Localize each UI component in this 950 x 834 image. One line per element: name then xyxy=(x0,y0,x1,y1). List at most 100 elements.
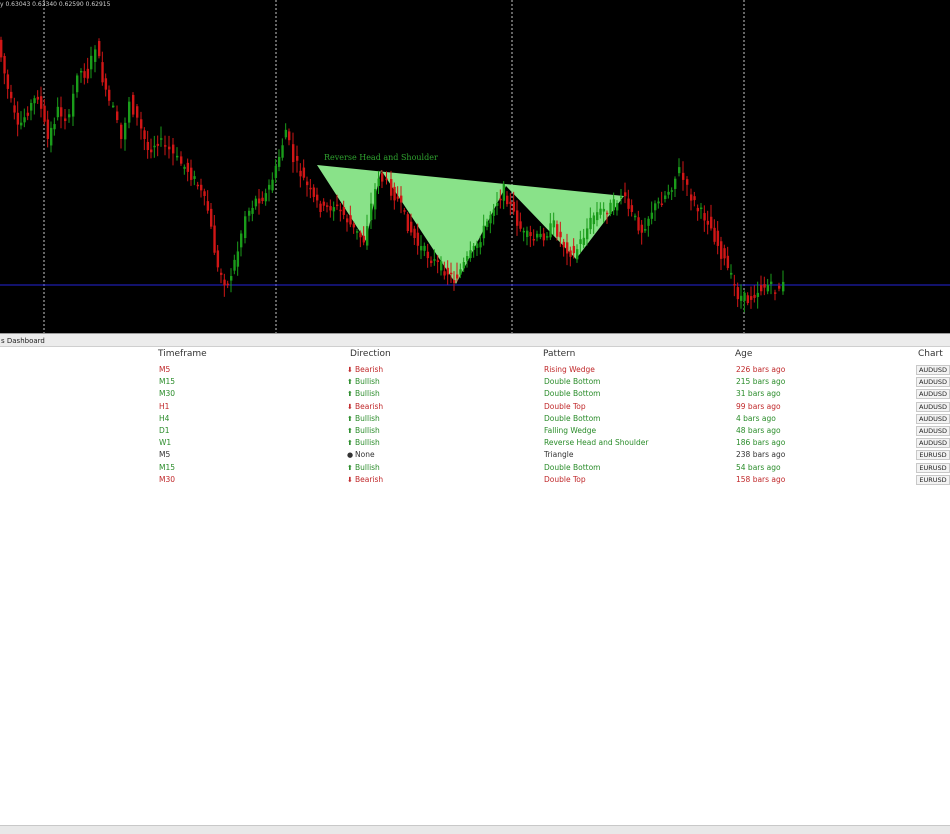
age-cell: 99 bars ago xyxy=(736,401,781,411)
candle-body xyxy=(210,208,213,227)
candle-body xyxy=(336,204,339,207)
candle-body xyxy=(456,274,459,279)
table-row: H1 ⬇ Bearish Double Top 99 bars ago AUDUSD xyxy=(0,401,950,413)
candle-body xyxy=(774,292,777,294)
candle-body xyxy=(539,233,542,238)
candle-body xyxy=(686,179,689,185)
arrow-up-icon: ⬆ xyxy=(347,390,353,399)
direction-label: Bullish xyxy=(355,377,380,387)
candle-body xyxy=(206,201,210,211)
candle-body xyxy=(76,75,79,93)
candle-body xyxy=(3,55,6,74)
candle-body xyxy=(743,292,746,301)
candle-body xyxy=(549,223,552,238)
timeframe-cell: M15 xyxy=(159,462,176,472)
candle-body xyxy=(716,230,720,246)
candle-body xyxy=(374,188,377,210)
chart-symbol-button[interactable]: AUDUSD xyxy=(916,438,950,449)
pattern-cell: Double Bottom xyxy=(544,462,601,472)
candle-body xyxy=(251,207,254,214)
candle-body xyxy=(766,284,770,292)
candle-body xyxy=(120,124,123,139)
candle-body xyxy=(667,191,670,195)
chart-symbol-button[interactable]: EURUSD xyxy=(916,462,950,473)
candle-body xyxy=(264,193,268,202)
candle-body xyxy=(532,238,536,241)
candle-body xyxy=(20,122,23,126)
age-cell: 238 bars ago xyxy=(736,450,786,460)
header-age: Age xyxy=(735,349,753,359)
pattern-label: Reverse Head and Shoulder xyxy=(324,153,438,162)
candle-body xyxy=(281,145,284,158)
age-cell: 48 bars ago xyxy=(736,426,781,435)
timeframe-cell: M15 xyxy=(159,377,176,387)
direction-label: Bullish xyxy=(355,389,380,399)
candle-body xyxy=(640,224,644,233)
candle-body xyxy=(753,294,756,298)
chart-symbol-button[interactable]: AUDUSD xyxy=(916,365,950,375)
candle-body xyxy=(723,248,726,259)
candle-body xyxy=(546,236,549,238)
arrow-up-icon: ⬆ xyxy=(347,439,353,448)
chart-symbol-button[interactable]: AUDUSD xyxy=(916,426,950,436)
chart-symbol-button[interactable]: AUDUSD xyxy=(916,389,950,400)
candle-body xyxy=(730,272,733,275)
candle-body xyxy=(586,228,589,240)
candle-body xyxy=(140,119,143,129)
pattern-cell: Triangle xyxy=(544,450,574,460)
candle-body xyxy=(112,105,115,108)
candle-body xyxy=(499,198,502,201)
candle-body xyxy=(156,143,160,146)
candle-body xyxy=(443,271,446,276)
header-timeframe: Timeframe xyxy=(158,349,207,359)
candle-body xyxy=(492,209,496,216)
candle-body xyxy=(624,192,627,197)
chart-symbol-button[interactable]: EURUSD xyxy=(916,474,950,485)
price-chart[interactable]: y 0.63043 0.63340 0.62590 0.62915 Revers… xyxy=(0,0,950,333)
candle-body xyxy=(670,190,674,192)
candle-body xyxy=(536,233,539,238)
candle-body xyxy=(682,172,685,180)
candle-body xyxy=(50,127,53,146)
candle-body xyxy=(233,259,236,271)
candle-body xyxy=(647,218,650,226)
pattern-cell: Rising Wedge xyxy=(544,365,595,374)
chart-symbol-button[interactable]: AUDUSD xyxy=(916,377,950,388)
chart-symbol-button[interactable]: AUDUSD xyxy=(916,413,950,424)
age-cell: 215 bars ago xyxy=(736,377,786,387)
timeframe-cell: M5 xyxy=(159,450,171,460)
candle-body xyxy=(736,287,740,300)
candle-body xyxy=(654,203,657,211)
candle-body xyxy=(183,166,186,169)
candle-body xyxy=(240,233,243,248)
candle-body xyxy=(459,269,462,275)
chart-symbol-button[interactable]: EURUSD xyxy=(916,450,950,461)
candle-body xyxy=(90,55,93,70)
candle-body xyxy=(86,68,90,79)
timeframe-cell: M5 xyxy=(159,365,171,374)
candle-body xyxy=(193,176,196,179)
age-cell: 186 bars ago xyxy=(736,438,786,448)
direction-label: Bullish xyxy=(355,426,380,435)
candle-body xyxy=(462,262,466,269)
chart-symbol-button[interactable]: AUDUSD xyxy=(916,401,950,412)
age-cell: 158 bars ago xyxy=(736,474,786,484)
candle-body xyxy=(236,251,240,267)
candle-body xyxy=(385,178,388,181)
direction-cell: ⬇ Bearish xyxy=(347,474,383,486)
candle-body xyxy=(101,62,104,83)
candle-body xyxy=(306,181,309,186)
candle-body xyxy=(413,228,416,239)
candle-body xyxy=(450,272,453,275)
candle-body xyxy=(33,98,36,104)
candle-body xyxy=(440,261,443,271)
candle-body xyxy=(522,230,526,233)
candle-body xyxy=(616,203,619,211)
candle-body xyxy=(512,201,516,212)
candle-body xyxy=(230,276,233,281)
horizontal-scrollbar[interactable] xyxy=(0,825,950,834)
candle-body xyxy=(94,49,97,62)
candle-body xyxy=(390,179,393,196)
candle-body xyxy=(606,212,609,215)
candle-body xyxy=(482,225,486,239)
